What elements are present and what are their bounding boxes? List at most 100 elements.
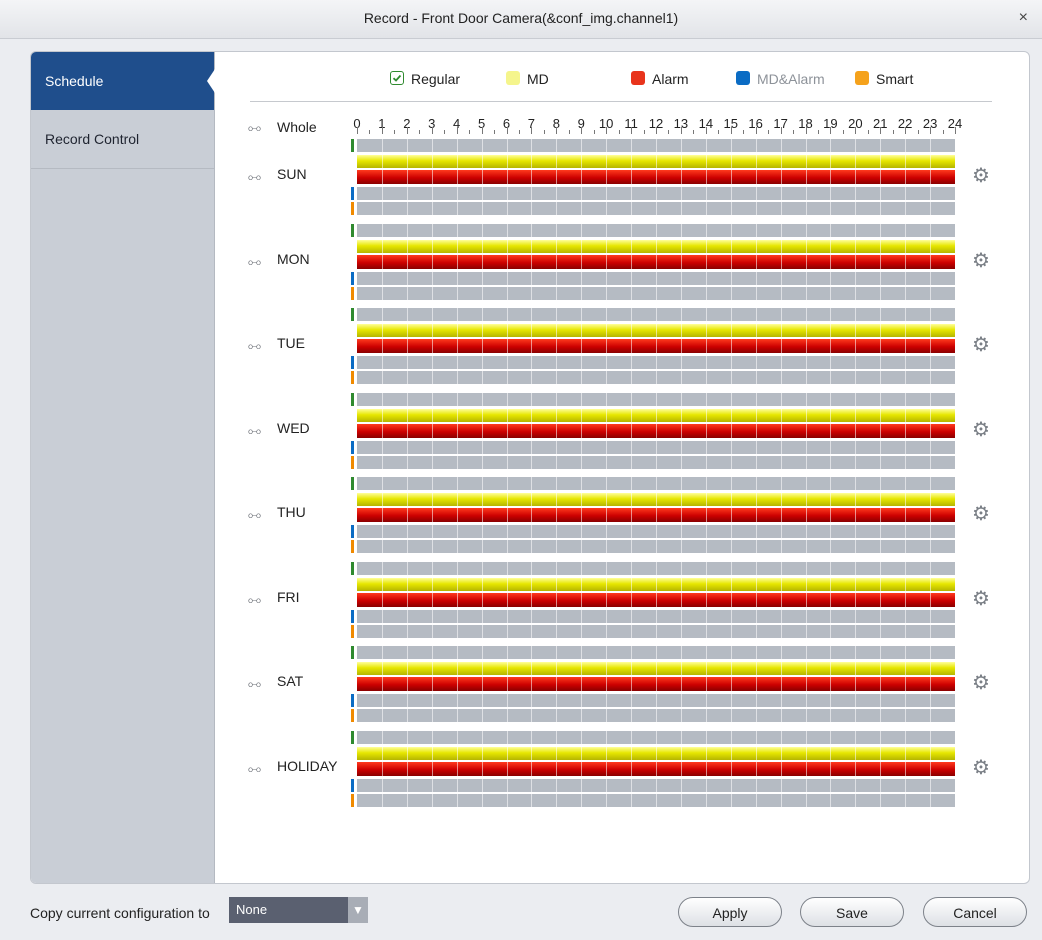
hour-grid-line <box>905 392 907 471</box>
day-schedule-row[interactable] <box>351 392 956 477</box>
sidebar-item-record-control[interactable]: Record Control <box>31 110 214 168</box>
ruler-tick <box>381 127 383 134</box>
save-button[interactable]: Save <box>800 897 904 927</box>
gear-icon[interactable]: ⚙ <box>972 501 990 526</box>
smart-marker <box>351 202 354 215</box>
hour-grid-line <box>905 223 907 302</box>
day-schedule-row[interactable] <box>351 308 956 392</box>
chevron-down-icon[interactable]: ▼ <box>348 897 368 923</box>
ruler-tick <box>469 130 471 134</box>
ruler-tick <box>431 127 433 134</box>
day-schedule-row[interactable] <box>351 646 956 730</box>
hour-grid-line <box>631 139 633 217</box>
ruler-tick <box>668 130 670 134</box>
hour-grid-line <box>431 477 433 555</box>
ruler-tick <box>518 130 520 134</box>
hour-grid-line <box>556 646 558 724</box>
hour-grid-line <box>406 223 408 302</box>
hour-grid-line <box>805 392 807 471</box>
link-icon[interactable]: ⧟ <box>248 508 264 521</box>
hour-grid-line <box>406 730 408 809</box>
hour-grid-line <box>431 646 433 724</box>
hour-grid-line <box>780 477 782 555</box>
md-alarm-marker <box>351 187 354 200</box>
hour-grid-line <box>705 223 707 302</box>
ruler-tick <box>506 127 508 134</box>
hour-grid-line <box>805 730 807 809</box>
hour-grid-line <box>506 730 508 809</box>
day-label: SUN <box>277 166 307 182</box>
hour-grid-line <box>930 223 932 302</box>
hour-grid-line <box>705 561 707 640</box>
hour-grid-line <box>930 308 932 386</box>
hour-grid-line <box>581 477 583 555</box>
checkbox-icon[interactable] <box>390 71 404 85</box>
ruler-tick <box>842 130 844 134</box>
link-icon[interactable]: ⧟ <box>248 677 264 690</box>
hour-grid-line <box>456 223 458 302</box>
day-schedule-row[interactable] <box>351 139 956 223</box>
day-schedule-row[interactable] <box>351 730 956 815</box>
hour-grid-line <box>680 392 682 471</box>
gear-icon[interactable]: ⚙ <box>972 586 990 611</box>
hour-grid-line <box>855 561 857 640</box>
close-icon[interactable]: × <box>1019 9 1028 27</box>
link-icon[interactable]: ⧟ <box>248 339 264 352</box>
legend-label-md-alarm: MD&Alarm <box>757 71 825 87</box>
ruler-tick <box>581 127 583 134</box>
apply-button[interactable]: Apply <box>678 897 782 927</box>
hour-grid-line <box>855 139 857 217</box>
gear-icon[interactable]: ⚙ <box>972 332 990 357</box>
hour-grid-line <box>730 561 732 640</box>
link-icon[interactable]: ⧟ <box>248 121 264 134</box>
hour-grid-line <box>680 477 682 555</box>
hour-grid-line <box>531 308 533 386</box>
day-schedule-row[interactable] <box>351 561 956 646</box>
ruler-tick <box>892 130 894 134</box>
link-icon[interactable]: ⧟ <box>248 255 264 268</box>
regular-marker <box>351 646 354 659</box>
hour-grid-line <box>656 646 657 724</box>
ruler-tick <box>930 127 932 134</box>
ruler-tick <box>942 130 944 134</box>
hour-grid-line <box>456 646 458 724</box>
gear-icon[interactable]: ⚙ <box>972 163 990 188</box>
link-icon[interactable]: ⧟ <box>248 424 264 437</box>
hour-grid-line <box>805 646 807 724</box>
ruler-tick <box>631 127 633 134</box>
link-icon[interactable]: ⧟ <box>248 593 264 606</box>
day-label: SAT <box>277 673 304 689</box>
hour-grid-line <box>406 477 408 555</box>
sidebar-item-schedule[interactable]: Schedule <box>31 52 215 110</box>
gear-icon[interactable]: ⚙ <box>972 755 990 780</box>
hour-grid-line <box>905 477 907 555</box>
regular-marker <box>351 730 354 744</box>
hour-grid-line <box>680 139 682 217</box>
link-icon[interactable]: ⧟ <box>248 762 264 775</box>
ruler-tick <box>867 130 869 134</box>
gear-icon[interactable]: ⚙ <box>972 417 990 442</box>
hour-grid-line <box>431 223 433 302</box>
ruler-tick <box>568 130 570 134</box>
hour-grid-line <box>755 392 757 471</box>
hour-grid-line <box>556 139 558 217</box>
hour-grid-line <box>805 139 807 217</box>
day-schedule-row[interactable] <box>351 477 956 561</box>
hour-grid-line <box>481 139 483 217</box>
link-icon[interactable]: ⧟ <box>248 170 264 183</box>
hour-grid-line <box>805 223 807 302</box>
hour-grid-line <box>680 308 682 386</box>
hour-grid-line <box>805 477 807 555</box>
day-schedule-row[interactable] <box>351 223 956 308</box>
smart-marker <box>351 371 354 384</box>
hour-grid-line <box>730 392 732 471</box>
ruler-tick <box>481 127 483 134</box>
ruler-tick <box>543 130 545 134</box>
gear-icon[interactable]: ⚙ <box>972 670 990 695</box>
hour-grid-line <box>406 308 408 386</box>
copy-target-select[interactable]: None ▼ <box>229 897 368 923</box>
gear-icon[interactable]: ⚙ <box>972 248 990 273</box>
ruler-tick <box>680 127 682 134</box>
cancel-button[interactable]: Cancel <box>923 897 1027 927</box>
hour-grid-line <box>556 730 558 809</box>
